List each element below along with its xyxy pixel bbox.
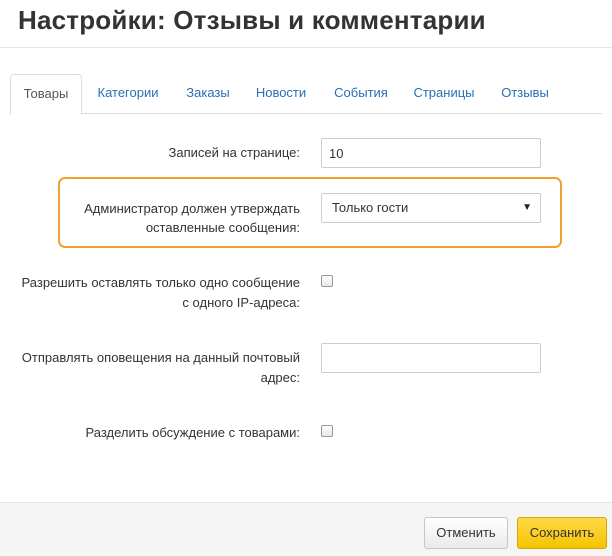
caret-down-icon: ▼ bbox=[522, 202, 532, 213]
tab-products[interactable]: Товары bbox=[10, 74, 82, 115]
notify-email-label-line1: Отправлять оповещения на данный почтовый bbox=[21, 350, 300, 365]
admin-approve-select[interactable]: Только гости ▼ bbox=[321, 193, 541, 223]
modal-header: Настройки: Отзывы и комментарии bbox=[0, 0, 612, 48]
tab-reviews[interactable]: Отзывы bbox=[492, 74, 558, 114]
tab-pages[interactable]: Страницы bbox=[406, 74, 482, 114]
per-page-label: Записей на странице: bbox=[168, 145, 300, 160]
tab-news[interactable]: Новости bbox=[248, 74, 314, 114]
modal-footer: Отменить Сохранить bbox=[0, 502, 612, 556]
notify-email-input[interactable] bbox=[321, 343, 541, 373]
tabs-bar: Товары Категории Заказы Новости События … bbox=[10, 74, 602, 115]
one-per-ip-label-line1: Разрешить оставлять только одно сообщени… bbox=[21, 275, 300, 290]
settings-modal: Настройки: Отзывы и комментарии Товары К… bbox=[0, 0, 612, 556]
split-discussion-checkbox[interactable] bbox=[321, 425, 333, 437]
save-button[interactable]: Сохранить bbox=[517, 517, 607, 549]
tab-categories[interactable]: Категории bbox=[88, 74, 168, 114]
modal-title: Настройки: Отзывы и комментарии bbox=[18, 5, 486, 35]
notify-email-label-line2: адрес: bbox=[260, 370, 300, 385]
one-per-ip-label-line2: с одного IP-адреса: bbox=[182, 295, 300, 310]
admin-approve-selected-value: Только гости bbox=[332, 200, 409, 215]
split-discussion-label: Разделить обсуждение с товарами: bbox=[85, 425, 300, 440]
cancel-button[interactable]: Отменить bbox=[424, 517, 508, 549]
tab-orders[interactable]: Заказы bbox=[178, 74, 238, 114]
one-per-ip-checkbox[interactable] bbox=[321, 275, 333, 287]
tab-events[interactable]: События bbox=[326, 74, 396, 114]
admin-approve-label-line2: оставленные сообщения: bbox=[145, 220, 300, 235]
per-page-input[interactable] bbox=[321, 138, 541, 168]
